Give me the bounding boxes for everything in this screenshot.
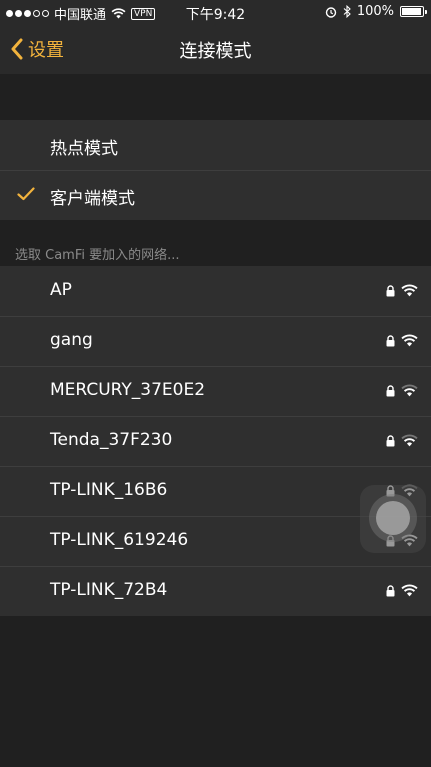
lock-icon: [386, 384, 395, 396]
mode-label: 热点模式: [50, 139, 118, 159]
wifi-signal-icon: [401, 434, 418, 447]
nav-bar: 设置 连接模式: [0, 24, 431, 74]
lock-icon: [386, 334, 395, 346]
wifi-signal-icon: [401, 584, 418, 597]
network-status: [386, 384, 418, 397]
mode-option-hotspot[interactable]: 热点模式: [0, 120, 431, 170]
section-spacer: [0, 74, 431, 120]
wifi-signal-icon: [401, 384, 418, 397]
network-name: Tenda_37F230: [50, 430, 173, 450]
assistive-touch-button[interactable]: [360, 485, 426, 553]
network-status: [386, 584, 418, 597]
network-row[interactable]: Tenda_37F230: [0, 416, 431, 466]
network-row[interactable]: AP: [0, 266, 431, 316]
page-title: 连接模式: [179, 41, 252, 62]
checkmark-icon: [17, 187, 35, 201]
network-row[interactable]: TP-LINK_72B4: [0, 566, 431, 616]
wifi-signal-icon: [401, 334, 418, 347]
status-right: 100%: [325, 4, 427, 19]
network-row[interactable]: gang: [0, 316, 431, 366]
status-bar: 中国联通 VPN 下午9:42 100%: [0, 0, 431, 24]
battery-icon: [400, 6, 427, 17]
mode-label: 客户端模式: [50, 189, 135, 209]
network-status: [386, 434, 418, 447]
bluetooth-icon: [343, 5, 351, 18]
network-name: TP-LINK_16B6: [50, 480, 168, 500]
networks-section-header: 选取 CamFi 要加入的网络...: [15, 248, 180, 263]
lock-icon: [386, 284, 395, 296]
lock-icon: [386, 434, 395, 446]
network-name: MERCURY_37E0E2: [50, 380, 206, 400]
mode-option-client[interactable]: 客户端模式: [0, 170, 431, 220]
network-list: AP gang MERCURY_37E0E2 Tenda_37F230 TP-L…: [0, 266, 431, 616]
network-name: TP-LINK_619246: [50, 530, 189, 550]
battery-percent: 100%: [356, 4, 394, 19]
network-name: gang: [50, 330, 93, 350]
assistive-touch-core: [376, 501, 410, 535]
network-status: [386, 284, 418, 297]
alarm-icon: [325, 6, 337, 18]
network-row[interactable]: MERCURY_37E0E2: [0, 366, 431, 416]
network-name: TP-LINK_72B4: [50, 580, 168, 600]
network-status: [386, 334, 418, 347]
network-name: AP: [50, 280, 72, 300]
mode-list: 热点模式 客户端模式: [0, 120, 431, 220]
wifi-signal-icon: [401, 284, 418, 297]
lock-icon: [386, 584, 395, 596]
